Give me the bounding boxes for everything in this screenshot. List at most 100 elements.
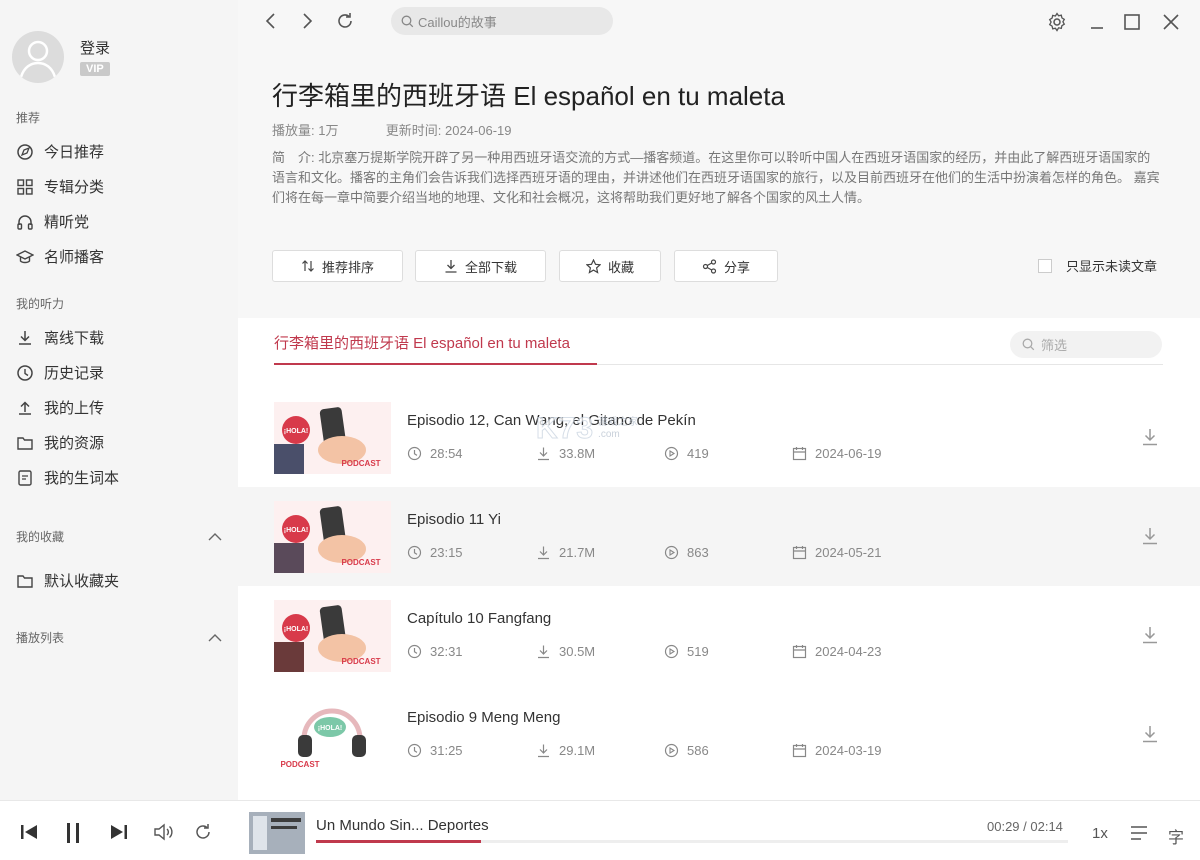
thumb-podcast: PODCAST: [341, 459, 380, 468]
thumb-hola: ¡HOLA!: [284, 527, 309, 534]
play-circle-icon: [664, 545, 679, 560]
tab-album[interactable]: 行李箱里的西班牙语 El español en tu maleta: [274, 332, 570, 353]
forward-arrow-icon[interactable]: [296, 10, 318, 32]
search-input[interactable]: Caillou的故事: [391, 7, 613, 35]
episode-title[interactable]: Episodio 11 Yi: [407, 511, 501, 528]
download-icon: [19, 330, 31, 345]
sidebar-item-teachers[interactable]: 名师播客: [0, 239, 238, 274]
login-link[interactable]: 登录: [80, 37, 110, 58]
sidebar-item-default-favorites[interactable]: 默认收藏夹: [0, 563, 238, 598]
vip-badge[interactable]: VIP: [80, 62, 110, 76]
sidebar-item-resources[interactable]: 我的资源: [0, 425, 238, 460]
download-icon[interactable]: [1140, 526, 1160, 546]
download-icon[interactable]: [1140, 427, 1160, 447]
chevron-up-icon[interactable]: [208, 532, 222, 542]
filter-input[interactable]: 筛选: [1010, 331, 1162, 358]
sidebar-item-vocab[interactable]: 我的生词本: [0, 460, 238, 495]
minimize-icon[interactable]: [1086, 11, 1108, 33]
episode-thumbnail: ¡HOLA! PODCAST: [274, 402, 391, 474]
avatar[interactable]: [12, 31, 64, 83]
pause-icon[interactable]: [62, 821, 84, 845]
graduation-cap-icon: [16, 249, 34, 263]
album-meta: 播放量: 1万 更新时间: 2024-06-19: [272, 120, 511, 139]
unread-only-label: 只显示未读文章: [1066, 259, 1158, 274]
sort-button[interactable]: 推荐排序: [272, 250, 403, 282]
calendar-icon: [792, 744, 807, 758]
updated-label: 更新时间:: [385, 123, 442, 138]
gear-icon[interactable]: [1046, 11, 1068, 33]
track-time: 00:29 / 02:14: [987, 819, 1063, 834]
share-button[interactable]: 分享: [674, 250, 778, 282]
share-icon: [702, 258, 717, 274]
thumb-hola: ¡HOLA!: [318, 725, 343, 732]
clock-icon: [407, 743, 422, 758]
repeat-icon[interactable]: [192, 821, 214, 843]
download-icon: [538, 447, 549, 461]
download-icon[interactable]: [1140, 625, 1160, 645]
sidebar-item-intensive[interactable]: 精听党: [0, 204, 238, 239]
section-playlist-title[interactable]: 播放列表: [0, 628, 238, 648]
episode-size: 33.8M: [536, 446, 595, 461]
calendar-icon: [792, 546, 807, 560]
download-all-button[interactable]: 全部下载: [415, 250, 546, 282]
volume-icon[interactable]: [152, 821, 174, 843]
previous-icon[interactable]: [18, 821, 40, 843]
refresh-icon[interactable]: [334, 10, 356, 32]
sidebar-item-label: 今日推荐: [44, 144, 105, 161]
episode-thumbnail: ¡HOLA! PODCAST: [274, 600, 391, 672]
lyrics-button[interactable]: 字: [1168, 824, 1184, 848]
episode-duration: 28:54: [407, 446, 463, 461]
download-icon: [538, 744, 549, 758]
sidebar: 登录 VIP 推荐 今日推荐 专辑分类 精听党 名师播客 我的听力 离线下载 历…: [0, 0, 238, 800]
list-item[interactable]: ¡HOLA! PODCAST Episodio 12, Can Wang, el…: [238, 388, 1200, 487]
sidebar-item-uploads[interactable]: 我的上传: [0, 390, 238, 425]
list-item[interactable]: ¡HOLA! PODCAST Episodio 9 Meng Meng 31:2…: [238, 685, 1200, 784]
episode-plays: 586: [664, 743, 709, 758]
thumb-hola: ¡HOLA!: [284, 626, 309, 633]
progress-fill[interactable]: [316, 840, 482, 843]
episode-date: 2024-04-23: [792, 644, 882, 659]
section-listening-title: 我的听力: [16, 297, 65, 311]
episode-plays: 419: [664, 446, 709, 461]
back-arrow-icon[interactable]: [260, 10, 282, 32]
tab-row: 行李箱里的西班牙语 El español en tu maleta 筛选: [238, 318, 1200, 374]
episode-size: 29.1M: [536, 743, 595, 758]
episode-duration: 32:31: [407, 644, 463, 659]
episode-title[interactable]: Capítulo 10 Fangfang: [407, 610, 551, 627]
updated-value: 2024-06-19: [444, 123, 512, 138]
album-description: 简 介: 北京塞万提斯学院开辟了另一种用西班牙语交流的方式—播客频道。在这里你可…: [272, 150, 1160, 205]
sidebar-item-label: 离线下载: [44, 330, 105, 347]
sidebar-item-categories[interactable]: 专辑分类: [0, 169, 238, 204]
search-icon: [1022, 338, 1035, 351]
list-item[interactable]: ¡HOLA! PODCAST Capítulo 10 Fangfang 32:3…: [238, 586, 1200, 685]
play-circle-icon: [664, 644, 679, 659]
maximize-icon[interactable]: [1121, 11, 1143, 33]
folder-icon: [17, 574, 33, 588]
user-panel[interactable]: 登录 VIP: [0, 0, 238, 96]
clock-icon: [407, 545, 422, 560]
episode-title[interactable]: Episodio 9 Meng Meng: [407, 709, 560, 726]
download-icon[interactable]: [1140, 724, 1160, 744]
unread-only-toggle[interactable]: 只显示未读文章: [1038, 256, 1157, 275]
close-icon[interactable]: [1160, 11, 1182, 33]
sidebar-item-history[interactable]: 历史记录: [0, 355, 238, 390]
playlist-icon[interactable]: [1130, 825, 1148, 841]
episode-date: 2024-03-19: [792, 743, 882, 758]
sidebar-item-label: 精听党: [44, 214, 90, 231]
list-item[interactable]: ¡HOLA! PODCAST Episodio 11 Yi 23:15 21.7…: [238, 487, 1200, 586]
speed-button[interactable]: 1x: [1092, 825, 1108, 842]
sort-label: 推荐排序: [321, 259, 374, 275]
section-favorites-title[interactable]: 我的收藏: [0, 527, 238, 547]
grid-icon: [17, 178, 33, 195]
watermark: K73 游戏之家 .com: [535, 412, 639, 446]
unread-only-checkbox[interactable]: [1038, 258, 1052, 273]
sidebar-item-today[interactable]: 今日推荐: [0, 134, 238, 169]
track-cover[interactable]: [249, 812, 305, 854]
sidebar-item-offline[interactable]: 离线下载: [0, 320, 238, 355]
episode-size: 21.7M: [536, 545, 595, 560]
chevron-up-icon[interactable]: [208, 633, 222, 643]
favorite-button[interactable]: 收藏: [559, 250, 661, 282]
clock-icon: [407, 644, 422, 659]
next-icon[interactable]: [108, 821, 130, 843]
folder-icon: [17, 436, 33, 450]
